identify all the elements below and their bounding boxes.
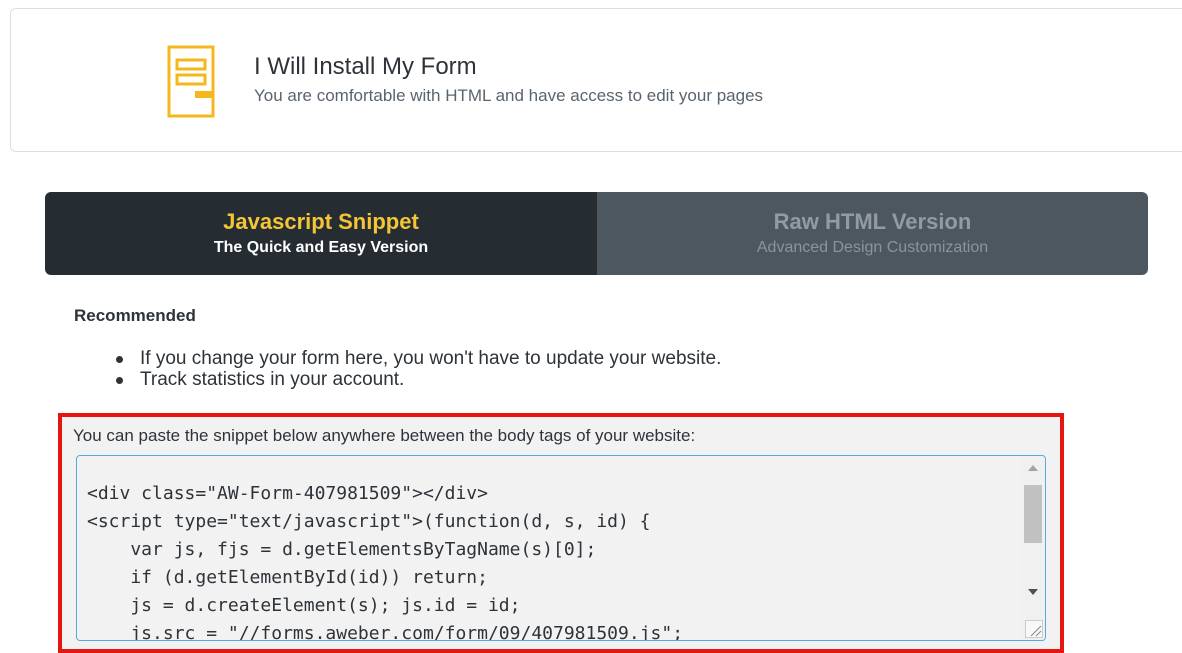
recommended-heading: Recommended [74,306,196,325]
vertical-scrollbar[interactable] [1021,456,1045,640]
snippet-instructions: You can paste the snippet below anywhere… [73,426,696,445]
snippet-code-textarea[interactable]: <div class="AW-Form-407981509"></div> <sc… [76,455,1046,641]
tab-title: Javascript Snippet [223,208,419,234]
bullet-icon [116,356,123,363]
scrollbar-thumb[interactable] [1024,485,1042,543]
benefits-list: If you change your form here, you won't … [116,348,721,390]
list-item-text: Track statistics in your account. [140,369,405,390]
code-line: js.src = "//forms.aweber.com/form/09/407… [87,623,684,641]
tab-title: Raw HTML Version [773,208,972,234]
tab-raw-html[interactable]: Raw HTML Version Advanced Design Customi… [597,192,1148,275]
code-line: <script type="text/javascript">(function… [87,511,651,532]
install-option-subtitle: You are comfortable with HTML and have a… [254,86,764,105]
code-block: <div class="AW-Form-407981509"></div> <sc… [87,480,684,641]
code-line: js = d.createElement(s); js.id = id; [87,595,521,616]
list-item: If you change your form here, you won't … [116,348,721,369]
list-item-text: If you change your form here, you won't … [140,348,722,369]
code-line: if (d.getElementById(id)) return; [87,567,488,588]
form-layout-icon [167,45,215,118]
scroll-down-arrow-icon[interactable] [1021,584,1045,600]
scroll-up-arrow-icon[interactable] [1021,460,1045,476]
install-option-title: I Will Install My Form [254,53,477,80]
tab-subtitle: The Quick and Easy Version [213,238,429,256]
resize-grip-icon[interactable] [1025,620,1043,638]
tab-subtitle: Advanced Design Customization [756,238,989,256]
code-line: var js, fjs = d.getElementsByTagName(s)[… [87,539,597,560]
snippet-box: You can paste the snippet below anywhere… [58,413,1064,653]
tab-javascript-snippet[interactable]: Javascript Snippet The Quick and Easy Ve… [45,192,597,275]
bullet-icon [116,377,123,384]
list-item: Track statistics in your account. [116,369,721,390]
code-line: <div class="AW-Form-407981509"></div> [87,483,488,504]
snippet-type-tabs: Javascript Snippet The Quick and Easy Ve… [45,192,1148,275]
